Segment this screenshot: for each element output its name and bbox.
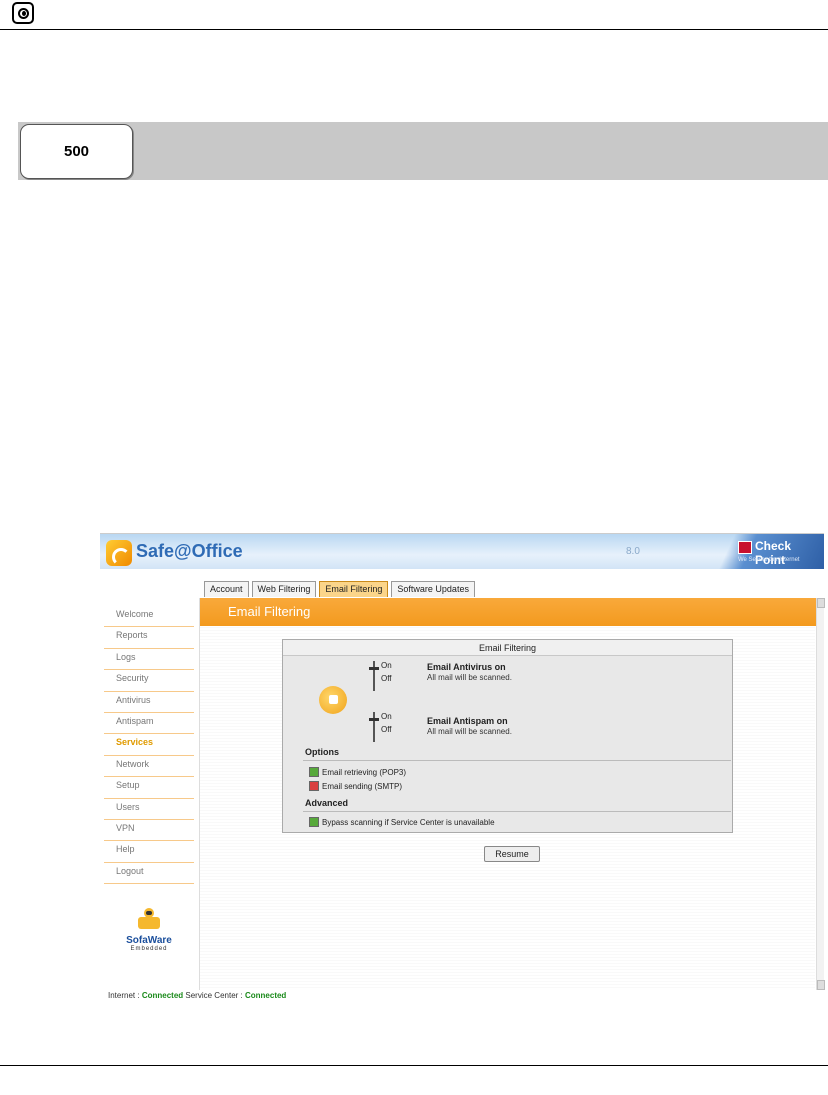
antivirus-status-desc: All mail will be scanned. [427,673,512,682]
vendor-name: SofaWare [126,935,172,946]
sidebar-item-logout[interactable]: Logout [104,863,194,885]
page-title: Email Filtering [228,604,311,619]
options-rule [303,760,731,761]
option-pop3[interactable]: Email retrieving (POP3) [309,767,406,777]
antispam-status-title: Email Antispam on [427,716,508,726]
app-version: 8.0 [626,546,640,557]
disabled-check-icon[interactable] [309,781,319,791]
scroll-down-icon[interactable] [817,980,825,990]
check-point-box-icon [738,541,752,554]
section-bar [18,122,828,180]
tab-software-updates[interactable]: Software Updates [391,581,475,597]
app-screenshot: Safe@Office 8.0 Check Point We Secure th… [100,533,825,1003]
sidebar-item-help[interactable]: Help [104,841,194,863]
sidebar-item-setup[interactable]: Setup [104,777,194,799]
panel-title: Email Filtering [283,640,732,656]
scroll-up-icon[interactable] [817,598,825,608]
option-smtp-label: Email sending (SMTP) [322,781,403,791]
sidebar-item-antispam[interactable]: Antispam [104,713,194,735]
sidebar-item-security[interactable]: Security [104,670,194,692]
antivirus-status-title: Email Antivirus on [427,662,506,672]
chapter-icon [12,2,34,24]
antispam-status-desc: All mail will be scanned. [427,727,512,736]
antivirus-off-label: Off [381,674,392,683]
option-pop3-label: Email retrieving (POP3) [322,767,407,777]
footer-rule [0,1065,828,1066]
sidebar-item-network[interactable]: Network [104,756,194,778]
vertical-scrollbar[interactable] [816,598,825,990]
antispam-off-label: Off [381,725,392,734]
service-center-status: Connected [244,991,287,1000]
tab-email-filtering[interactable]: Email Filtering [319,581,389,597]
sofaware-logo: SofaWare Embedded [104,908,194,952]
email-filtering-panel: Email Filtering On Off Email Antivirus o… [282,639,733,833]
sidebar-item-logs[interactable]: Logs [104,649,194,671]
antispam-on-label: On [381,712,392,721]
internet-status: Connected [141,991,184,1000]
app-header: Safe@Office 8.0 Check Point We Secure th… [100,534,824,569]
sidebar-item-antivirus[interactable]: Antivirus [104,692,194,713]
option-smtp[interactable]: Email sending (SMTP) [309,781,402,791]
sidebar-nav: Welcome Reports Logs Security Antivirus … [104,606,194,885]
options-label: Options [305,747,339,757]
section-number-badge: 500 [20,124,133,179]
check-point-tagline: We Secure the Internet [738,557,800,563]
tab-web-filtering[interactable]: Web Filtering [251,581,317,597]
sofa-icon [136,908,162,932]
main-content: Email Filtering Email Filtering On Off E… [199,598,816,990]
option-bypass-label: Bypass scanning if Service Center is una… [322,817,495,827]
app-title: Safe@Office [136,541,243,561]
advanced-rule [303,811,731,812]
antivirus-on-label: On [381,661,392,670]
sidebar-item-welcome[interactable]: Welcome [104,606,194,628]
check-point-logo: Check Point We Secure the Internet [738,539,820,567]
header-rule [0,29,828,30]
sidebar-item-vpn[interactable]: VPN [104,820,194,842]
sidebar-item-reports[interactable]: Reports [104,627,194,649]
email-shield-icon [319,686,347,714]
page-banner: Email Filtering [200,598,816,626]
tab-account[interactable]: Account [204,581,249,597]
enabled-check-icon[interactable] [309,817,319,827]
sidebar-item-users[interactable]: Users [104,799,194,820]
enabled-check-icon[interactable] [309,767,319,777]
vendor-sub: Embedded [130,946,168,952]
sidebar-item-services[interactable]: Services [104,734,194,756]
antispam-toggle[interactable]: On Off [369,712,409,742]
document-page: 500 Safe@Office 8.0 Check Point We Secur… [0,0,828,1095]
advanced-label: Advanced [305,798,349,808]
status-bar: Internet : Connected Service Center : Co… [108,991,286,1000]
resume-button[interactable]: Resume [484,846,540,862]
service-center-label: Service Center : [185,991,243,1000]
antivirus-toggle[interactable]: On Off [369,661,409,691]
option-bypass-scanning[interactable]: Bypass scanning if Service Center is una… [309,817,495,827]
internet-label: Internet : [108,991,140,1000]
safe-at-office-logo-icon [106,540,132,566]
tab-bar: Account Web Filtering Email Filtering So… [204,581,475,597]
